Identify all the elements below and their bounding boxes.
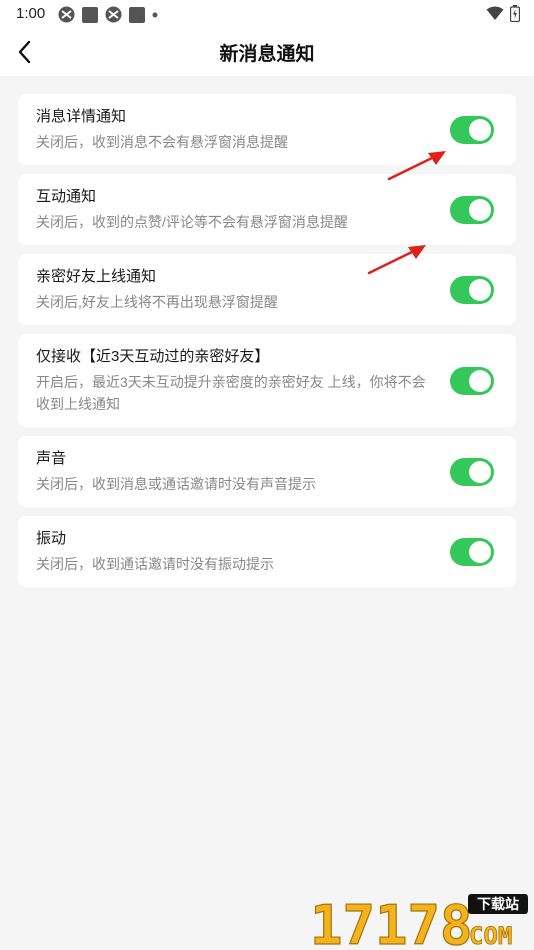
toggle-knob <box>469 118 491 141</box>
setting-title: 仅接收【近3天互动过的亲密好友】 <box>36 348 270 365</box>
dot-icon <box>152 12 158 17</box>
square-icon <box>82 6 98 23</box>
wifi-icon <box>486 6 504 20</box>
setting-description: 关闭后,好友上线将不再出现悬浮窗提醒 <box>36 294 278 310</box>
setting-description: 关闭后，收到通话邀请时没有振动提示 <box>36 556 274 572</box>
status-system-icons <box>486 5 520 22</box>
setting-title: 消息详情通知 <box>36 108 127 125</box>
watermark-tag: 下载站 <box>477 896 519 913</box>
toggle-knob <box>469 278 491 301</box>
toggle-knob <box>469 540 491 563</box>
toggle-knob <box>469 198 491 221</box>
setting-title: 互动通知 <box>36 188 97 205</box>
interaction-toggle[interactable] <box>450 195 494 224</box>
setting-vibration: 振动 关闭后，收到通话邀请时没有振动提示 <box>18 516 516 587</box>
setting-description: 关闭后，收到消息或通话邀请时没有声音提示 <box>36 476 316 492</box>
message-detail-toggle[interactable] <box>450 115 494 144</box>
setting-description: 开启后，最近3天未互动提升亲密度的亲密好友 上线，你将不会收到上线通知 <box>36 374 426 412</box>
watermark-brand: 17178 <box>310 894 473 950</box>
toggle-knob <box>469 460 491 483</box>
status-notification-icons <box>58 6 158 23</box>
watermark-logo: 17178 下载站 COM <box>309 893 528 950</box>
annotation-arrow-icon <box>387 151 446 181</box>
toggle-knob <box>469 369 491 392</box>
annotation-arrow-icon <box>367 245 426 275</box>
setting-interaction: 互动通知 关闭后，收到的点赞/评论等不会有悬浮窗消息提醒 <box>18 174 516 245</box>
setting-friend-online: 亲密好友上线通知 关闭后,好友上线将不再出现悬浮窗提醒 <box>18 254 516 325</box>
square-icon <box>129 6 145 23</box>
setting-title: 振动 <box>36 530 67 547</box>
setting-sound: 声音 关闭后，收到消息或通话邀请时没有声音提示 <box>18 436 516 507</box>
friend-online-toggle[interactable] <box>450 275 494 304</box>
setting-recent-friends-only: 仅接收【近3天互动过的亲密好友】 开启后，最近3天未互动提升亲密度的亲密好友 上… <box>18 334 516 427</box>
setting-description: 关闭后，收到的点赞/评论等不会有悬浮窗消息提醒 <box>36 214 348 230</box>
setting-title: 声音 <box>36 450 67 467</box>
recent-friends-only-toggle[interactable] <box>450 366 494 395</box>
status-time: 1:00 <box>16 5 46 22</box>
app-icon <box>105 6 122 23</box>
nav-bar: 新消息通知 <box>0 28 534 76</box>
battery-icon <box>510 5 520 22</box>
vibration-toggle[interactable] <box>450 537 494 566</box>
status-bar: 1:00 <box>0 0 534 28</box>
setting-description: 关闭后，收到消息不会有悬浮窗消息提醒 <box>36 134 288 150</box>
sound-toggle[interactable] <box>450 457 494 486</box>
watermark-suffix: COM <box>469 922 512 950</box>
app-icon <box>58 6 75 23</box>
page-title: 新消息通知 <box>219 44 315 65</box>
